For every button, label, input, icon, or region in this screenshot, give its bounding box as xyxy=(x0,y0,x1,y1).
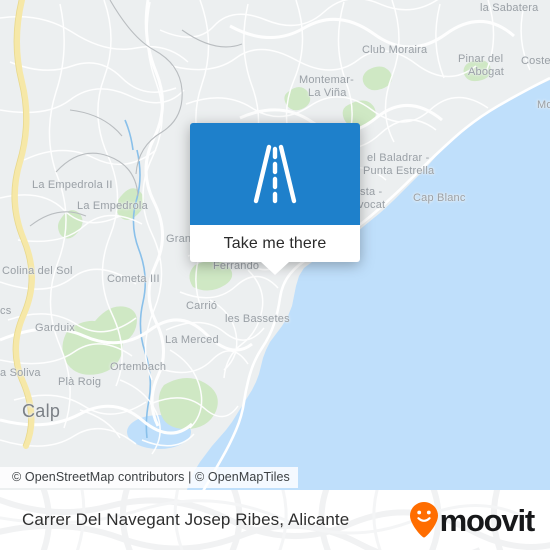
page-title: Carrer Del Navegant Josep Ribes, Alicant… xyxy=(22,510,350,529)
card-action-row[interactable]: Take me there xyxy=(190,225,360,262)
road-icon xyxy=(253,144,297,204)
take-me-there-card[interactable]: Take me there xyxy=(190,123,360,262)
card-icon-panel xyxy=(190,123,360,225)
footer-bar: Carrer Del Navegant Josep Ribes, Alicant… xyxy=(0,490,550,550)
card-action-label: Take me there xyxy=(223,234,327,252)
moovit-logo[interactable]: moovit xyxy=(409,501,536,539)
screenshot-root: la Sabatera Club Moraira Pinar del Abogat Co… xyxy=(0,0,550,550)
moovit-wordmark: moovit xyxy=(439,502,536,538)
card-pointer-tail xyxy=(261,262,289,275)
moovit-pin-icon xyxy=(409,502,438,538)
map-attribution[interactable]: © OpenStreetMap contributors | © OpenMap… xyxy=(0,467,298,488)
